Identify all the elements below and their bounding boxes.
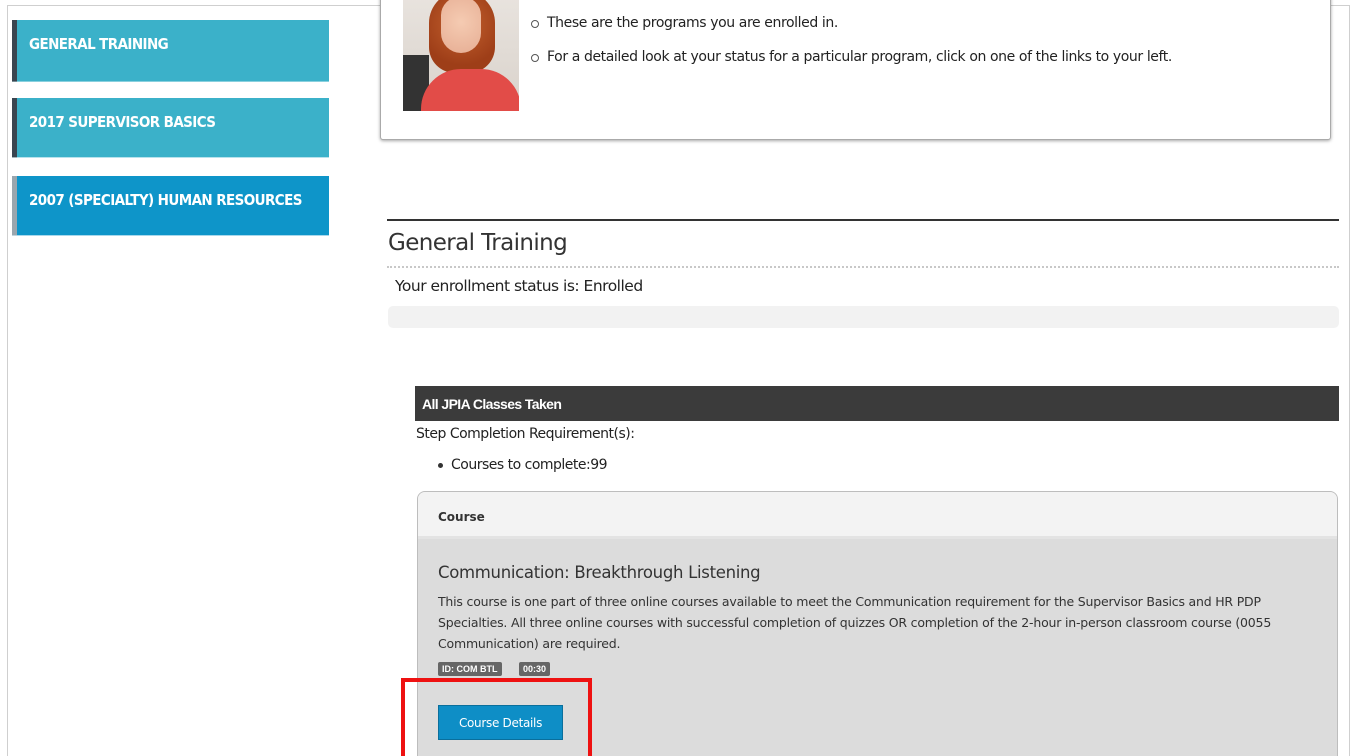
dotted-divider (387, 266, 1339, 268)
highlight-box (401, 678, 592, 756)
profile-photo (403, 0, 519, 111)
sidebar-item-general-training[interactable]: GENERAL TRAINING (12, 20, 329, 82)
course-id-badge: ID: COM BTL (438, 662, 502, 676)
info-box: These are the programs you are enrolled … (380, 0, 1331, 140)
requirement-item: Courses to complete:99 (438, 457, 608, 473)
sidebar-item-2007-specialty-human-resources[interactable]: 2007 (SPECIALTY) HUMAN RESOURCES (12, 176, 329, 236)
course-column-header: Course (418, 492, 1337, 539)
info-line: These are the programs you are enrolled … (531, 15, 1172, 35)
info-line: For a detailed look at your status for a… (531, 49, 1172, 69)
requirements-label: Step Completion Requirement(s): (416, 426, 635, 442)
enrollment-status: Your enrollment status is: Enrolled (395, 277, 643, 295)
info-list: These are the programs you are enrolled … (531, 15, 1172, 83)
course-title: Communication: Breakthrough Listening (438, 563, 761, 582)
step-header: All JPIA Classes Taken (415, 386, 1339, 421)
course-description: This course is one part of three online … (438, 594, 1272, 651)
course-duration-badge: 00:30 (519, 662, 551, 676)
sidebar-item-2017-supervisor-basics[interactable]: 2017 SUPERVISOR BASICS (12, 98, 329, 158)
section-divider (387, 219, 1339, 221)
requirements-list: Courses to complete:99 (438, 457, 608, 473)
section-title: General Training (388, 230, 568, 256)
progress-bar (388, 306, 1339, 328)
sidebar-item-label: GENERAL TRAINING (29, 35, 169, 54)
sidebar-item-label: 2017 SUPERVISOR BASICS (29, 113, 216, 132)
sidebar-item-label: 2007 (SPECIALTY) HUMAN RESOURCES (29, 191, 302, 210)
